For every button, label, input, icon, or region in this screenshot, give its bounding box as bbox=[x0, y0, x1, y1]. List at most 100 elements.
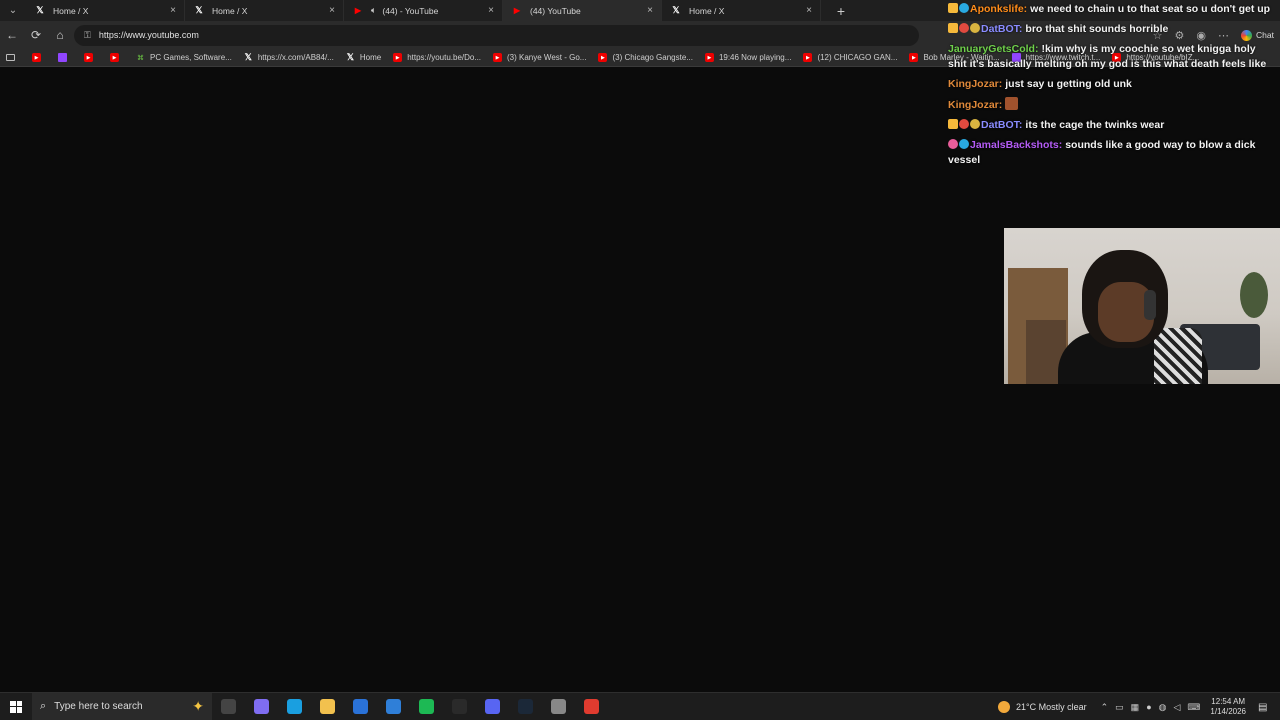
edge-icon[interactable] bbox=[278, 693, 311, 720]
network-icon[interactable]: ▦ bbox=[1131, 702, 1140, 713]
chat-message: Aponkslife: we need to chain u to that se… bbox=[948, 2, 1272, 17]
webcam-scarf bbox=[1154, 328, 1202, 384]
close-icon[interactable]: × bbox=[488, 5, 494, 16]
pink-badge-icon bbox=[948, 139, 958, 149]
chat-username[interactable]: DatBOT: bbox=[981, 23, 1022, 35]
x-logo-icon: 𝕏 bbox=[195, 5, 203, 15]
chat-username[interactable]: JanuaryGetsCold: bbox=[948, 43, 1038, 55]
network-globe-icon[interactable]: ◍ bbox=[1159, 702, 1167, 713]
taskbar-clock[interactable]: 12:54 AM 1/14/2026 bbox=[1210, 697, 1246, 717]
battery-icon[interactable]: ▭ bbox=[1115, 702, 1124, 713]
chat-text: we need to chain u to that seat so u don… bbox=[1030, 3, 1271, 15]
gem-badge-icon bbox=[959, 139, 969, 149]
obs-icon[interactable] bbox=[443, 693, 476, 720]
home-icon[interactable]: ⌂ bbox=[48, 21, 72, 49]
webcam-feed bbox=[1004, 228, 1280, 384]
start-button[interactable] bbox=[0, 693, 32, 720]
refresh-icon[interactable]: ⟳ bbox=[24, 21, 48, 49]
close-icon[interactable]: × bbox=[329, 5, 335, 16]
bookmark-item[interactable]: ▶ https://youtu.be/Do... bbox=[393, 53, 481, 62]
red-badge-icon bbox=[959, 119, 969, 129]
taskbar-apps bbox=[212, 693, 608, 720]
reading-list-icon[interactable] bbox=[6, 54, 20, 61]
chat-message: JamalsBackshots: sounds like a good way t… bbox=[948, 138, 1272, 168]
taskbar-app-glyph bbox=[221, 699, 236, 714]
new-tab-button[interactable]: + bbox=[827, 3, 855, 19]
tab-search-icon[interactable]: ⌄ bbox=[0, 0, 26, 21]
browser-tab[interactable]: 𝕏 Home / X × bbox=[26, 0, 185, 21]
chat-message: DatBOT: bro that shit sounds horrible bbox=[948, 22, 1272, 37]
screen: ⌄ 𝕏 Home / X × 𝕏 Home / X × ▶ 🔈︎ (44) - YouTube ×… bbox=[0, 0, 1280, 720]
system-tray: 21°C Mostly clear ⌃ ▭ ▦ ● ◍ ◁ ⌨ 12:54 AM… bbox=[997, 693, 1280, 720]
taskbar-app-glyph bbox=[386, 699, 401, 714]
discord-icon[interactable] bbox=[476, 693, 509, 720]
gold-badge-icon bbox=[970, 119, 980, 129]
chat-username[interactable]: JamalsBackshots: bbox=[970, 139, 1062, 151]
bookmark-label: 19:46 Now playing... bbox=[718, 53, 792, 62]
site-info-icon[interactable]: ⚿ bbox=[84, 30, 91, 41]
crown-badge-icon bbox=[948, 23, 958, 33]
spotify-icon[interactable] bbox=[410, 693, 443, 720]
recorder-icon[interactable] bbox=[575, 693, 608, 720]
chat-username[interactable]: Aponkslife: bbox=[970, 3, 1027, 15]
close-icon[interactable]: × bbox=[647, 5, 653, 16]
x-logo-icon: 𝕏 bbox=[346, 52, 354, 62]
search-placeholder: Type here to search bbox=[54, 701, 143, 712]
gold-badge-icon bbox=[970, 23, 980, 33]
store-icon[interactable] bbox=[344, 693, 377, 720]
microphone-icon[interactable]: ● bbox=[1146, 702, 1151, 713]
taskbar-app-glyph bbox=[452, 699, 467, 714]
show-hidden-icons-chevron-icon[interactable]: ⌃ bbox=[1101, 702, 1109, 713]
taskbar-search-box[interactable]: ⌕ Type here to search ✦ bbox=[32, 692, 212, 720]
browser-tab[interactable]: 𝕏 Home / X × bbox=[185, 0, 344, 21]
chat-username[interactable]: KingJozar: bbox=[948, 78, 1002, 90]
copilot-icon[interactable] bbox=[245, 693, 278, 720]
bookmark-item[interactable] bbox=[58, 53, 72, 62]
bookmark-item[interactable]: ▶ 19:46 Now playing... bbox=[704, 53, 792, 62]
tab-label: (44) - YouTube bbox=[382, 5, 439, 16]
language-icon[interactable]: ⌨ bbox=[1187, 702, 1200, 713]
bookmark-item[interactable]: ▶ (3) Chicago Gangste... bbox=[598, 53, 693, 62]
photos-icon[interactable] bbox=[377, 693, 410, 720]
youtube-icon: ▶ bbox=[393, 53, 403, 62]
bookmark-item[interactable]: ▶ bbox=[84, 53, 98, 62]
crown-badge-icon bbox=[948, 119, 958, 129]
browser-tab[interactable]: ▶ (44) YouTube × bbox=[503, 0, 662, 21]
tab-audio-icon[interactable]: 🔈︎ bbox=[371, 5, 376, 16]
file-explorer-icon[interactable] bbox=[311, 693, 344, 720]
chat-text: its the cage the twinks wear bbox=[1025, 119, 1165, 131]
volume-icon[interactable]: ◁ bbox=[1173, 702, 1180, 713]
bookmark-label: https://x.com/AB84/... bbox=[257, 53, 334, 62]
address-bar[interactable]: ⚿ https://www.youtube.com bbox=[74, 24, 919, 46]
tray-icons: ⌃ ▭ ▦ ● ◍ ◁ ⌨ bbox=[1101, 702, 1201, 713]
back-arrow-icon[interactable]: ← bbox=[0, 21, 24, 49]
taskbar-app-glyph bbox=[419, 699, 434, 714]
bookmark-item[interactable]: ▶ (3) Kanye West - Go... bbox=[493, 53, 586, 62]
steam-icon[interactable] bbox=[509, 693, 542, 720]
youtube-icon: ▶ bbox=[84, 53, 93, 62]
close-icon[interactable]: × bbox=[806, 5, 812, 16]
weather-widget[interactable]: 21°C Mostly clear bbox=[997, 701, 1087, 713]
close-icon[interactable]: × bbox=[170, 5, 176, 16]
browser-tab[interactable]: ▶ 🔈︎ (44) - YouTube × bbox=[344, 0, 503, 21]
chat-username[interactable]: KingJozar: bbox=[948, 99, 1002, 111]
notifications-icon[interactable]: ▤ bbox=[1258, 702, 1272, 713]
taskbar-app-glyph bbox=[584, 699, 599, 714]
bookmark-item[interactable]: 𝕏https://x.com/AB84/... bbox=[244, 52, 334, 62]
app-icon[interactable] bbox=[542, 693, 575, 720]
bookmark-label: PC Games, Software... bbox=[150, 53, 232, 62]
bookmark-item[interactable]: 𝕏 Home bbox=[346, 52, 381, 62]
bookmark-item[interactable]: ⌘ PC Games, Software... bbox=[136, 53, 232, 62]
chat-text: just say u getting old unk bbox=[1005, 78, 1132, 90]
windows-taskbar: ⌕ Type here to search ✦ 21°C Mostly clea… bbox=[0, 692, 1280, 720]
bookmark-item[interactable]: ▶ (12) CHICAGO GAN... bbox=[803, 53, 897, 62]
bookmark-item[interactable]: ▶ bbox=[110, 53, 124, 62]
youtube-icon: ▶ bbox=[110, 53, 119, 62]
youtube-icon: ▶ bbox=[598, 53, 608, 62]
url-text: https://www.youtube.com bbox=[98, 30, 199, 40]
chat-username[interactable]: DatBOT: bbox=[981, 119, 1022, 131]
bookmark-item[interactable]: ▶ bbox=[32, 53, 46, 62]
youtube-icon: ▶ bbox=[803, 53, 813, 62]
browser-tab[interactable]: 𝕏 Home / X × bbox=[662, 0, 821, 21]
task-view-icon[interactable] bbox=[212, 693, 245, 720]
